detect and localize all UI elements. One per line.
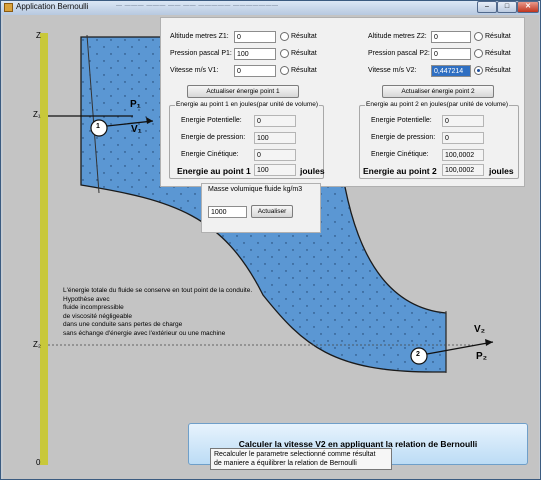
altitude-2-result-radio[interactable] — [474, 32, 483, 41]
density-panel: Masse volumique fluide kg/m3 1000 Actual… — [201, 183, 321, 233]
point-2-number: 2 — [416, 351, 420, 358]
pressure-energy-2-value: 0 — [442, 132, 484, 144]
pressure-2-result-label: Résultat — [485, 50, 511, 57]
maximize-button[interactable]: □ — [497, 1, 517, 13]
v1-label: V₁ — [131, 124, 142, 135]
density-update-button[interactable]: Actualiser — [251, 205, 293, 218]
kinetic-energy-2-label: Energie Cinétique: — [371, 151, 429, 158]
hypothesis-line: fluide incompressible — [63, 304, 124, 311]
title-bar: Application Bernoulli — ——— ——— —— —— ——… — [1, 1, 540, 15]
hypothesis-line: dans une conduite sans pertes de charge — [63, 321, 183, 328]
speed-2-input[interactable]: 0,447214 — [431, 65, 471, 77]
energy-point-2-group: Energie au point 2 en joules(par unité d… — [359, 101, 519, 179]
total-energy-1-value: 100 — [254, 164, 296, 176]
pressure-1-result-label: Résultat — [291, 50, 317, 57]
title-bar-faint-text: — ——— ——— —— —— ————— ——————— — [116, 3, 279, 9]
hypothesis-line: Hypothèse avec — [63, 295, 110, 303]
pressure-1-result-radio[interactable] — [280, 49, 289, 58]
total-energy-2-unit: joules — [489, 166, 514, 176]
hypothesis-line: L'énergie totale du fluide se conserve e… — [63, 287, 253, 294]
potential-energy-1-value: 0 — [254, 115, 296, 127]
altitude-1-input[interactable]: 0 — [234, 31, 276, 43]
pressure-1-input[interactable]: 100 — [234, 48, 276, 60]
kinetic-energy-2-value: 100,0002 — [442, 149, 484, 161]
minimize-button[interactable]: – — [477, 1, 497, 13]
kinetic-energy-1-value: 0 — [254, 149, 296, 161]
pressure-1-label: Pression pascal P1: — [170, 50, 232, 57]
z-axis-label: Z — [36, 31, 41, 40]
pressure-2-label: Pression pascal P2: — [368, 50, 430, 57]
point-1-number: 1 — [96, 123, 100, 130]
update-point-2-button[interactable]: Actualiser énergie point 2 — [382, 85, 494, 98]
altitude-2-input[interactable]: 0 — [431, 31, 471, 43]
energy-point-1-group: Energie au point 1 en joules(par unité d… — [169, 101, 325, 179]
bernoulli-panel: Altitude metres Z1: 0 Résultat Pression … — [160, 17, 525, 187]
z2-label: Z₂ — [33, 340, 41, 349]
potential-energy-2-value: 0 — [442, 115, 484, 127]
energy-point-2-title: Energie au point 2 en joules(par unité d… — [365, 101, 510, 108]
total-energy-1-label: Energie au point 1 — [177, 166, 251, 176]
hypothesis-line: sans échange d'énergie avec l'extérieur … — [63, 329, 226, 337]
hypothesis-text: L'énergie totale du fluide se conserve e… — [63, 287, 252, 338]
pressure-energy-2-label: Energie de pression: — [371, 134, 436, 141]
total-energy-2-value: 100,0002 — [442, 164, 484, 176]
kinetic-energy-1-label: Energie Cinétique: — [181, 151, 239, 158]
app-window: Application Bernoulli — ——— ——— —— —— ——… — [0, 0, 541, 480]
potential-energy-2-label: Energie Potentielle: — [371, 117, 432, 124]
total-energy-2-label: Energie au point 2 — [363, 166, 437, 176]
altitude-1-label: Altitude metres Z1: — [170, 33, 229, 40]
altitude-1-result-label: Résultat — [291, 33, 317, 40]
pressure-2-input[interactable]: 0 — [431, 48, 471, 60]
pressure-energy-1-label: Energie de pression: — [181, 134, 246, 141]
close-button[interactable]: ✕ — [517, 1, 539, 13]
total-energy-1-unit: joules — [300, 166, 325, 176]
density-title: Masse volumique fluide kg/m3 — [208, 186, 303, 193]
speed-1-result-label: Résultat — [291, 67, 317, 74]
altitude-1-result-radio[interactable] — [280, 32, 289, 41]
zero-label: 0 — [36, 458, 41, 467]
speed-2-label: Vitesse m/s V2: — [368, 67, 417, 74]
z1-label: Z₁ — [33, 110, 41, 119]
speed-2-result-label: Résultat — [485, 67, 511, 74]
window-title: Application Bernoulli — [16, 2, 89, 11]
v2-arrowhead — [485, 339, 493, 346]
tooltip-line-2: de maniere a équilibrer la relation de B… — [214, 460, 357, 467]
p2-label: P₂ — [476, 351, 488, 362]
z-axis — [40, 33, 48, 465]
p1-label: P₁ — [130, 99, 141, 110]
speed-2-result-radio[interactable] — [474, 66, 483, 75]
v2-label: V₂ — [474, 324, 486, 335]
pressure-2-result-radio[interactable] — [474, 49, 483, 58]
pressure-energy-1-value: 100 — [254, 132, 296, 144]
potential-energy-1-label: Energie Potentielle: — [181, 117, 242, 124]
altitude-2-label: Altitude metres Z2: — [368, 33, 427, 40]
altitude-2-result-label: Résultat — [485, 33, 511, 40]
energy-point-1-title: Energie au point 1 en joules(par unité d… — [175, 101, 320, 108]
calculate-tooltip: Recalculer le parametre selectionné comm… — [210, 448, 392, 470]
diagram-canvas: Z Z₁ Z₂ 0 1 2 P₁ V₁ V₂ P₂ L'énergie tota… — [3, 15, 539, 479]
density-input[interactable]: 1000 — [208, 206, 247, 218]
app-icon — [4, 3, 13, 12]
tooltip-line-1: Recalculer le parametre selectionné comm… — [214, 451, 376, 458]
update-point-1-button[interactable]: Actualiser énergie point 1 — [187, 85, 299, 98]
speed-1-input[interactable]: 0 — [234, 65, 276, 77]
speed-1-result-radio[interactable] — [280, 66, 289, 75]
hypothesis-line: de viscosité négligeable — [63, 312, 133, 320]
speed-1-label: Vitesse m/s V1: — [170, 67, 219, 74]
